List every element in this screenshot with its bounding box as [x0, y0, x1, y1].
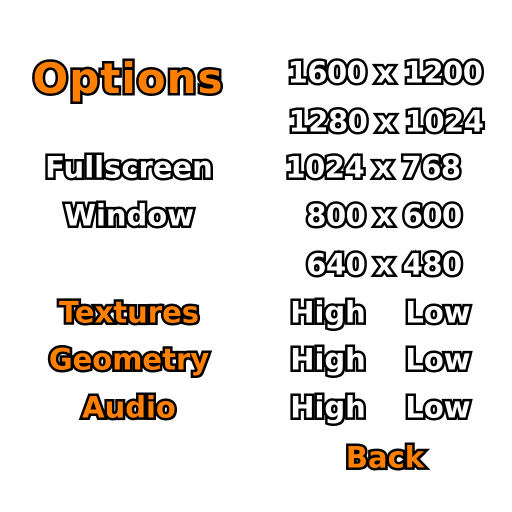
resolution-800x600-option[interactable]: 800 x 600 [304, 199, 465, 233]
geometry-low-option[interactable]: Low [403, 343, 473, 377]
resolution-1024x768-option[interactable]: 1024 x 768 [283, 151, 464, 185]
audio-high-option[interactable]: High [288, 391, 369, 425]
options-title: Options [30, 54, 225, 103]
window-option[interactable]: Window [61, 199, 196, 233]
geometry-label: Geometry [46, 342, 211, 377]
textures-low-option[interactable]: Low [403, 296, 473, 330]
textures-high-option[interactable]: High [288, 296, 369, 330]
resolution-1280x1024-option[interactable]: 1280 x 1024 [286, 105, 486, 139]
geometry-high-option[interactable]: High [288, 343, 369, 377]
audio-label: Audio [80, 390, 179, 425]
fullscreen-option[interactable]: Fullscreen [43, 151, 216, 185]
audio-low-option[interactable]: Low [403, 391, 473, 425]
textures-label: Textures [56, 295, 201, 330]
back-button[interactable]: Back [343, 441, 426, 475]
resolution-1600x1200-option[interactable]: 1600 x 1200 [285, 56, 485, 90]
resolution-640x480-option[interactable]: 640 x 480 [304, 248, 465, 282]
